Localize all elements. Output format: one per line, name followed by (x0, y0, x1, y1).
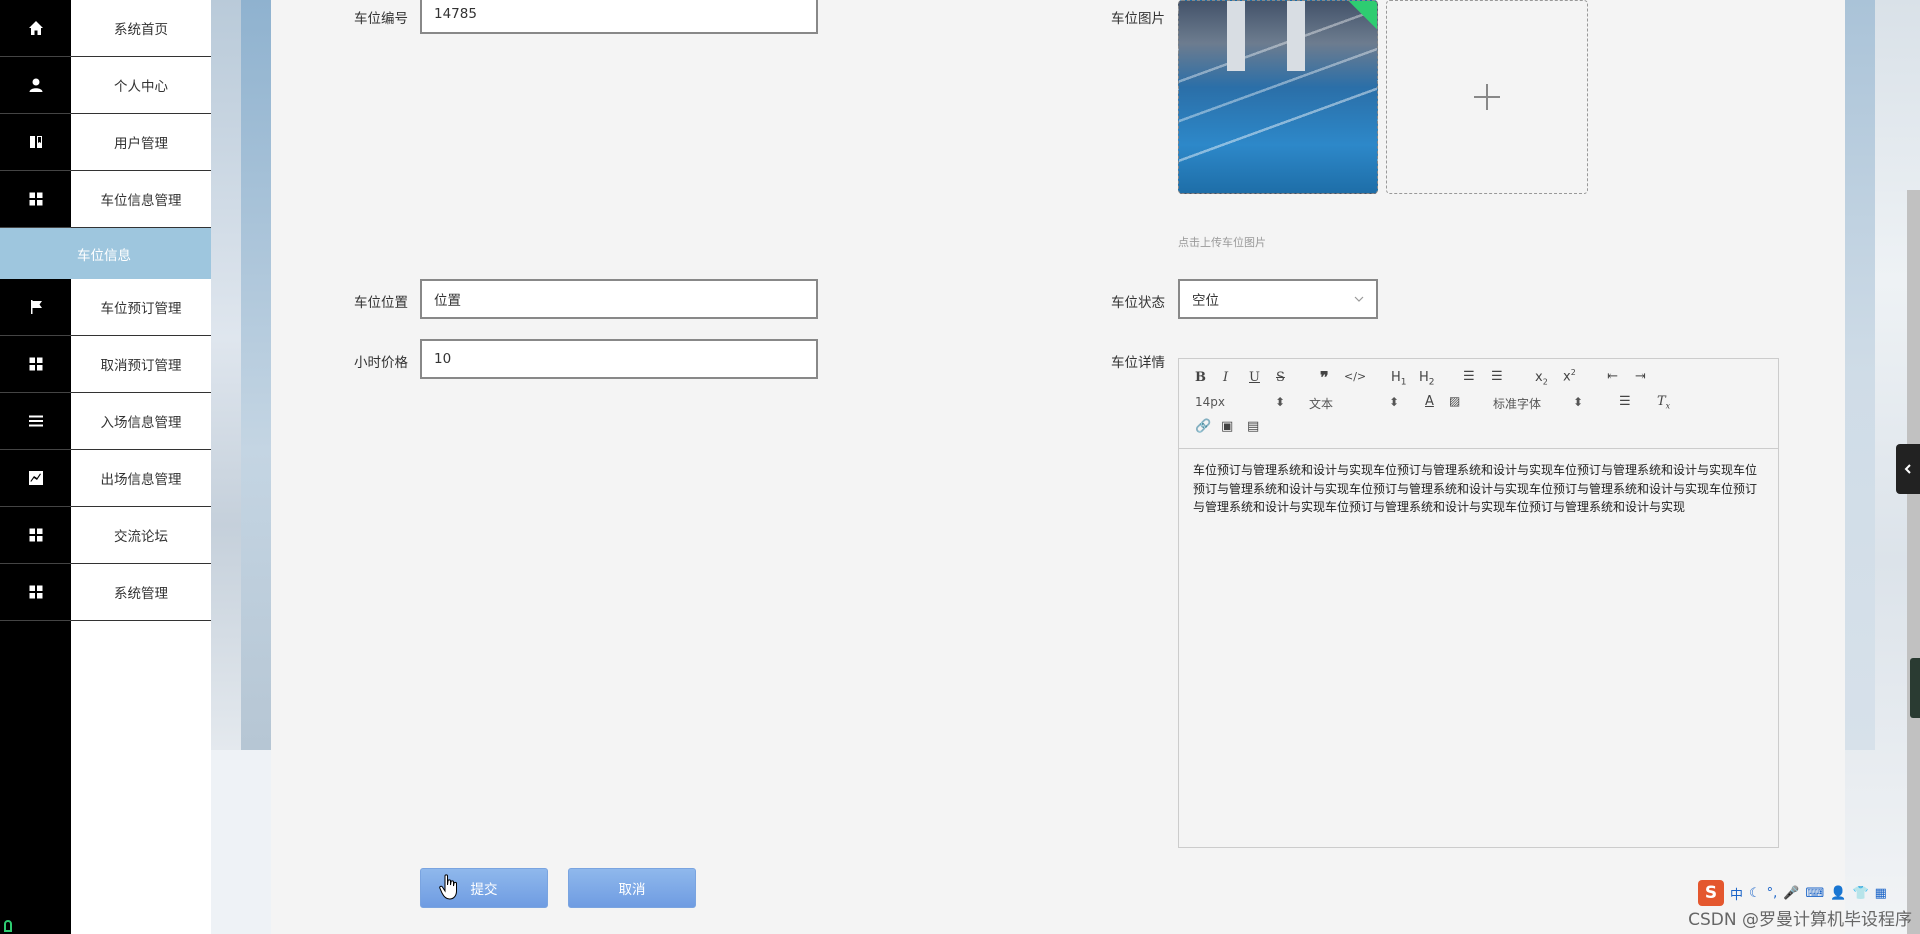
background-color-icon[interactable]: ▨ (1449, 394, 1460, 408)
list-icon[interactable] (0, 393, 71, 450)
scrollbar-thumb[interactable] (1907, 190, 1920, 934)
clear-format-icon[interactable]: Tx (1657, 394, 1670, 411)
hand-cursor-icon (439, 874, 457, 900)
chart-icon[interactable] (0, 450, 71, 507)
sidebar-item-users[interactable]: 用户管理 (71, 114, 211, 171)
outdent-icon[interactable]: ⇤ (1607, 369, 1618, 384)
chevron-down-icon (1354, 296, 1364, 302)
heading1-icon[interactable]: H1 (1391, 370, 1407, 388)
image-pillar (1287, 1, 1305, 71)
microphone-icon[interactable]: 🎤 (1783, 886, 1799, 901)
ordered-list-icon[interactable]: ☰ (1463, 369, 1475, 384)
skin-icon[interactable]: 👕 (1852, 886, 1868, 901)
chevron-left-icon (1904, 464, 1911, 474)
ime-lang-indicator[interactable]: 中 (1730, 884, 1743, 903)
updown-icon: ⬍ (1388, 395, 1399, 409)
parking-location-input[interactable]: 位置 (420, 279, 818, 319)
icon-rail (0, 0, 71, 934)
parking-no-label: 车位编号 (354, 11, 408, 27)
sidebar-subitem-parking-info[interactable]: 车位信息 (0, 228, 211, 279)
plus-icon (1474, 84, 1500, 110)
subscript-icon[interactable]: x2 (1535, 370, 1548, 387)
align-icon[interactable]: ☰ (1619, 394, 1631, 409)
image-icon[interactable]: ▣ (1221, 419, 1233, 434)
lock-icon (4, 920, 12, 932)
parking-status-select[interactable]: 空位 (1178, 279, 1378, 319)
rich-text-editor[interactable]: B I U S ❞ </> H1 H2 ☰ ☰ x2 x2 ⇤ ⇥ 14px ⬍ … (1178, 358, 1779, 848)
flag-icon[interactable] (0, 279, 71, 336)
strikethrough-icon[interactable]: S (1276, 370, 1285, 385)
updown-icon: ⬍ (1274, 395, 1285, 409)
parking-status-value: 空位 (1192, 293, 1219, 309)
block-type-select[interactable]: 文本 ⬍ (1309, 395, 1399, 412)
editor-content[interactable]: 车位预订与管理系统和设计与实现车位预订与管理系统和设计与实现车位预订与管理系统和… (1179, 449, 1778, 847)
user-icon[interactable]: 👤 (1830, 886, 1846, 901)
grid-icon[interactable] (0, 336, 71, 393)
font-size-value: 14px (1195, 395, 1225, 409)
hourly-price-label: 小时价格 (354, 355, 408, 371)
sidebar-item-cancel-booking[interactable]: 取消预订管理 (71, 336, 211, 393)
keyboard-icon[interactable]: ⌨ (1806, 886, 1825, 901)
parking-no-input[interactable]: 14785 (420, 0, 818, 34)
sidebar-item-profile[interactable]: 个人中心 (71, 57, 211, 114)
code-block-icon[interactable]: </> (1344, 370, 1366, 383)
parking-status-label: 车位状态 (1111, 295, 1165, 311)
moon-icon[interactable]: ☾ (1749, 886, 1761, 901)
sidebar-item-parking-info-mgmt[interactable]: 车位信息管理 (71, 171, 211, 228)
sidebar-item-entry-info[interactable]: 入场信息管理 (71, 393, 211, 450)
editor-toolbar: B I U S ❞ </> H1 H2 ☰ ☰ x2 x2 ⇤ ⇥ 14px ⬍ … (1179, 359, 1778, 449)
sidebar-item-forum[interactable]: 交流论坛 (71, 507, 211, 564)
sidebar-item-home[interactable]: 系统首页 (71, 0, 211, 57)
user-icon[interactable] (0, 57, 71, 114)
parking-detail-label: 车位详情 (1111, 355, 1165, 371)
hourly-price-input[interactable]: 10 (420, 339, 818, 379)
font-family-value: 标准字体 (1493, 397, 1542, 411)
underline-icon[interactable]: U (1249, 370, 1260, 385)
csdn-watermark: CSDN @罗曼计算机毕设程序 (1688, 910, 1912, 930)
cancel-button[interactable]: 取消 (568, 868, 696, 908)
video-icon[interactable]: ▤ (1247, 419, 1259, 434)
background-right-strip (1845, 0, 1875, 750)
sidebar-item-exit-info[interactable]: 出场信息管理 (71, 450, 211, 507)
ime-toolbar: S 中 ☾ °, 🎤 ⌨ 👤 👕 ▦ (1694, 880, 1920, 906)
blockquote-icon[interactable]: ❞ (1320, 368, 1329, 387)
updown-icon: ⬍ (1572, 395, 1583, 409)
sidebar-item-booking-mgmt[interactable]: 车位预订管理 (71, 279, 211, 336)
sidebar-menu: 系统首页 个人中心 用户管理 车位信息管理 车位预订管理 取消预订管理 入场信息… (71, 0, 211, 934)
upload-add-button[interactable] (1386, 0, 1588, 194)
parking-location-label: 车位位置 (354, 295, 408, 311)
punctuation-icon[interactable]: °, (1767, 886, 1778, 901)
book-icon[interactable] (0, 114, 71, 171)
font-color-icon[interactable]: A (1425, 394, 1434, 409)
side-collapse-tab[interactable] (1896, 444, 1920, 494)
sidebar-item-system[interactable]: 系统管理 (71, 564, 211, 621)
indent-icon[interactable]: ⇥ (1635, 369, 1646, 384)
grid-icon[interactable] (0, 507, 71, 564)
sogou-logo-icon[interactable]: S (1698, 880, 1724, 906)
grid-icon[interactable]: ▦ (1875, 886, 1887, 901)
upload-hint: 点击上传车位图片 (1178, 236, 1266, 249)
home-icon[interactable] (0, 0, 71, 57)
link-icon[interactable]: 🔗 (1195, 419, 1211, 434)
image-pillar (1227, 1, 1245, 71)
font-family-select[interactable]: 标准字体 ⬍ (1493, 395, 1583, 412)
parking-image-thumbnail[interactable] (1178, 0, 1378, 194)
grid-icon[interactable] (0, 564, 71, 621)
background-left-strip (241, 0, 271, 750)
superscript-icon[interactable]: x2 (1563, 368, 1576, 384)
font-size-select[interactable]: 14px ⬍ (1195, 395, 1285, 409)
parking-image-label: 车位图片 (1111, 11, 1165, 27)
grid-icon[interactable] (0, 171, 71, 228)
side-widget-tab[interactable] (1910, 658, 1920, 718)
italic-icon[interactable]: I (1223, 370, 1228, 385)
block-type-value: 文本 (1309, 397, 1334, 411)
heading2-icon[interactable]: H2 (1419, 370, 1435, 388)
bold-icon[interactable]: B (1195, 370, 1206, 385)
bullet-list-icon[interactable]: ☰ (1491, 369, 1503, 384)
success-check-icon (1345, 1, 1377, 33)
